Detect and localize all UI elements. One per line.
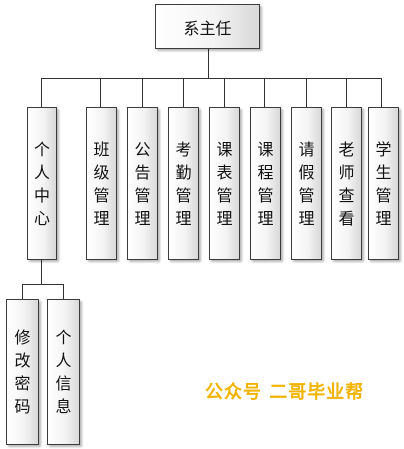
node-course-management: 课程管理	[250, 107, 281, 260]
node-personal-center: 个人中心	[27, 107, 57, 260]
node-teacher-view: 老师查看	[331, 107, 362, 260]
node-label: 修改密码	[14, 328, 31, 416]
node-label: 公告管理	[134, 139, 151, 228]
node-label: 学生管理	[375, 139, 392, 228]
node-student-management: 学生管理	[368, 107, 399, 260]
node-timetable-management: 课表管理	[209, 107, 240, 260]
node-class-management: 班级管理	[86, 107, 117, 260]
node-label: 课表管理	[216, 139, 233, 228]
node-label: 课程管理	[257, 139, 274, 228]
node-leave-management: 请假管理	[291, 107, 322, 260]
node-label: 个人中心	[33, 139, 50, 228]
node-change-password: 修改密码	[6, 299, 39, 445]
watermark-text: 公众号 二哥毕业帮	[205, 382, 365, 403]
node-attendance-management: 考勤管理	[168, 107, 199, 260]
root-label: 系主任	[183, 18, 232, 38]
node-label: 请假管理	[298, 139, 315, 228]
node-label: 考勤管理	[175, 139, 192, 228]
node-label: 老师查看	[338, 139, 355, 228]
node-notice-management: 公告管理	[127, 107, 158, 260]
root-node: 系主任	[155, 4, 260, 49]
node-label: 班级管理	[93, 139, 110, 228]
node-personal-info: 个人信息	[47, 299, 80, 445]
node-label: 个人信息	[55, 328, 72, 416]
